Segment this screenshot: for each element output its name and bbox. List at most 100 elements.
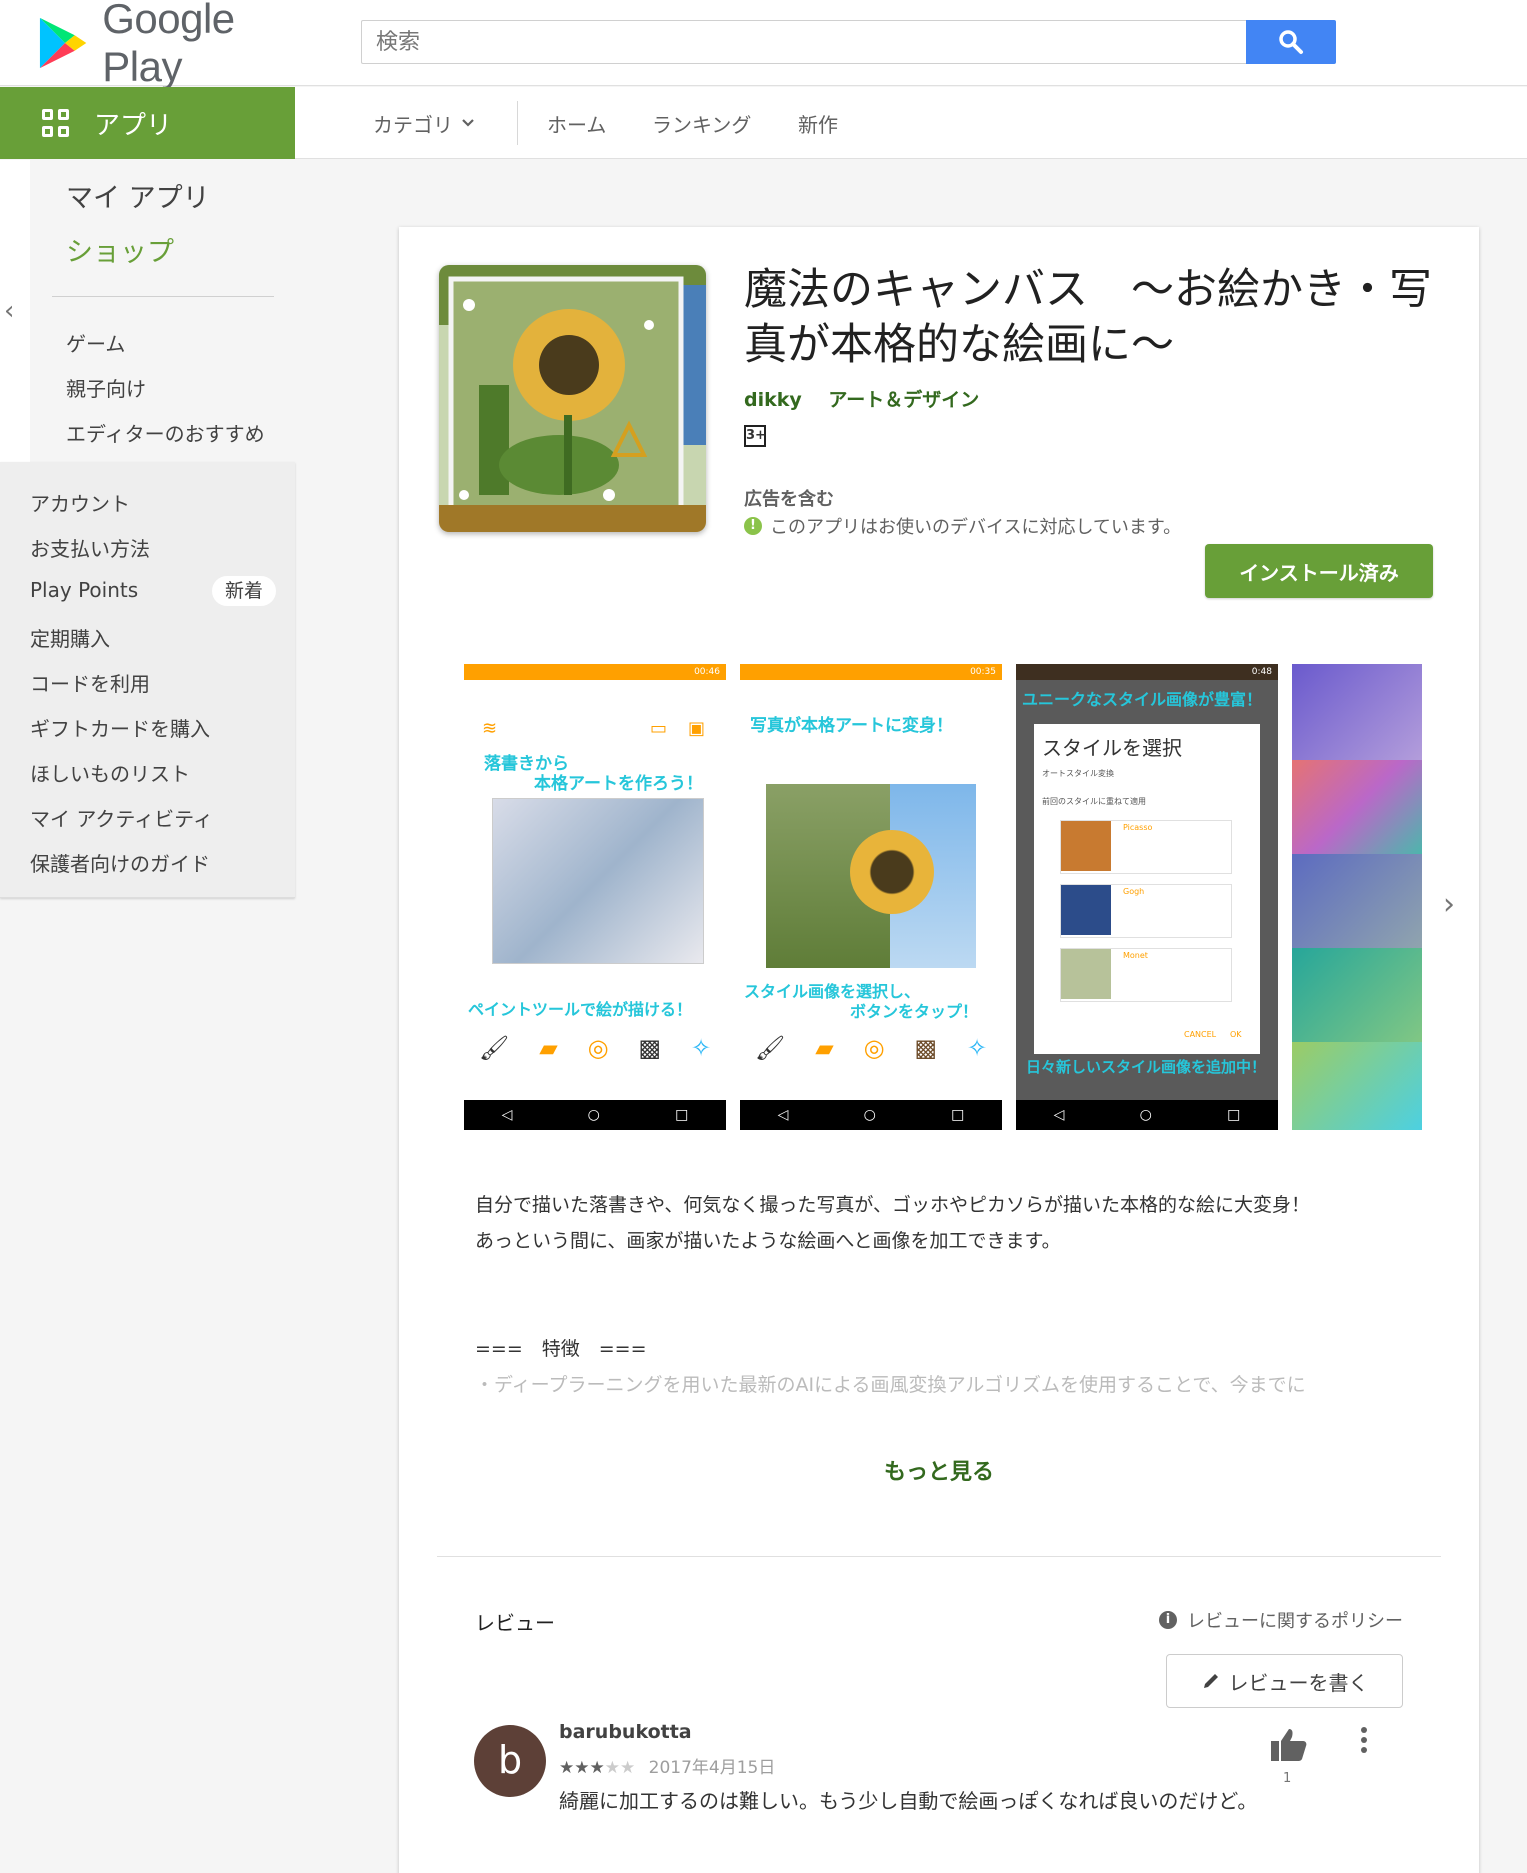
sidebar-item-editors-choice[interactable]: エディターのおすすめ <box>66 418 265 447</box>
review-policy-link[interactable]: i レビューに関するポリシー <box>1159 1607 1403 1633</box>
status-bar: 00:46 <box>464 664 726 680</box>
search-box[interactable] <box>361 20 1246 64</box>
avatar: b <box>474 1725 546 1797</box>
back-icon: ◁ <box>501 1107 513 1123</box>
style-name: Monet <box>1123 951 1148 960</box>
sidebar-item-subscriptions[interactable]: 定期購入 <box>30 623 110 652</box>
sidebar-item-payment[interactable]: お支払い方法 <box>30 533 150 562</box>
recents-icon: □ <box>675 1107 689 1123</box>
screenshot-2[interactable]: 00:35 写真が本格アートに変身！ スタイル画像を選択し、 ボタンをタップ！ … <box>740 664 1002 1130</box>
write-review-label: レビューを書く <box>1228 1670 1369 1695</box>
style-tile <box>1292 1042 1422 1130</box>
developer-link[interactable]: dikky <box>744 389 802 411</box>
new-badge: 新着 <box>212 576 276 606</box>
sidebar-divider <box>52 296 274 297</box>
style-thumb-icon: ▩ <box>638 1034 662 1062</box>
chevron-down-icon <box>462 119 474 127</box>
screenshot-1[interactable]: 00:46 ≋ ▭ ▣ 落書きから 本格アートを作ろう！ ペイントツールで絵が描… <box>464 664 726 1130</box>
sidebar-item-family[interactable]: 親子向け <box>66 373 146 402</box>
compatibility-text: このアプリはお使いのデバイスに対応しています。 <box>770 517 1182 538</box>
read-more-link[interactable]: もっと見る <box>399 1454 1479 1486</box>
star-icon: ★ <box>559 1758 575 1778</box>
screenshot-4[interactable] <box>1292 664 1422 1130</box>
info-icon: ! <box>744 517 762 535</box>
pencil-icon <box>1203 1674 1218 1688</box>
sidebar-item-wishlist[interactable]: ほしいものリスト <box>30 758 190 787</box>
android-navbar: ◁ ○ □ <box>740 1100 1002 1130</box>
contains-ads-label: 広告を含む <box>744 489 834 510</box>
search-button[interactable] <box>1246 20 1336 64</box>
helpful-count: 1 <box>1283 1771 1292 1786</box>
style-option: Monet <box>1060 948 1232 1002</box>
write-review-button[interactable]: レビューを書く <box>1166 1654 1403 1708</box>
sidebar-item-redeem[interactable]: コードを利用 <box>30 668 150 697</box>
option-label: オートスタイル変換 <box>1042 769 1114 778</box>
features-header: === 特徴 === <box>475 1338 647 1360</box>
screenshot-caption: ペイントツールで絵が描ける！ <box>468 1000 693 1019</box>
save-icon: ▣ <box>688 718 706 739</box>
review-date: 2017年4月15日 <box>648 1758 776 1778</box>
status-bar: 00:35 <box>740 664 1002 680</box>
style-option: Picasso <box>1060 820 1232 874</box>
nav-home[interactable]: ホーム <box>547 87 606 159</box>
apps-tab[interactable]: アプリ <box>0 87 295 159</box>
collapse-sidebar-icon[interactable]: ‹ <box>4 296 14 326</box>
star-icon: ★ <box>604 1758 620 1778</box>
app-icon <box>439 265 706 532</box>
paint-toolbar: 🖌 ▰ ◎ ▩ ✧ <box>740 1034 1002 1062</box>
next-screenshot-icon[interactable]: › <box>1443 887 1455 922</box>
thumbs-up-icon[interactable] <box>1269 1725 1309 1765</box>
eraser-icon: ▰ <box>815 1034 834 1062</box>
status-bar: 0:48 <box>1016 664 1278 680</box>
install-button[interactable]: インストール済み <box>1205 544 1433 598</box>
sidebar-item-shop[interactable]: ショップ <box>66 230 174 269</box>
category-link[interactable]: アート＆デザイン <box>828 389 979 411</box>
category-nav: アプリ カテゴリ ホーム ランキング 新作 <box>0 87 1527 159</box>
style-name: Picasso <box>1123 823 1153 832</box>
eraser-icon: ▰ <box>539 1034 558 1062</box>
sidebar-item-my-apps[interactable]: マイ アプリ <box>66 176 210 215</box>
recents-icon: □ <box>1227 1107 1241 1123</box>
sidebar-item-parent-guide[interactable]: 保護者向けのガイド <box>30 848 210 877</box>
target-icon: ◎ <box>863 1034 885 1062</box>
more-options-icon[interactable] <box>1359 1727 1369 1757</box>
status-time: 00:46 <box>694 667 720 677</box>
back-icon: ◁ <box>1053 1107 1065 1123</box>
search-input[interactable] <box>362 21 1246 63</box>
magic-wand-icon: ✧ <box>690 1034 712 1062</box>
category-dropdown[interactable]: カテゴリ <box>373 87 477 159</box>
sidebar-item-play-points[interactable]: Play Points <box>30 578 138 602</box>
top-header: Google Play <box>0 0 1527 90</box>
sketch-artwork <box>492 798 704 964</box>
content-rating-badge: 3+ <box>744 425 766 447</box>
home-icon: ○ <box>1139 1107 1152 1123</box>
review-rating: ★★★★★ 2017年4月15日 <box>559 1753 775 1778</box>
screenshot-caption: 本格アートを作ろう！ <box>534 774 703 794</box>
search-icon <box>1279 30 1303 54</box>
paint-toolbar: 🖌 ▰ ◎ ▩ ✧ <box>464 1034 726 1062</box>
star-icon: ★ <box>574 1758 590 1778</box>
screenshot-caption: スタイル画像を選択し、 <box>744 982 921 1001</box>
app-title: 魔法のキャンバス ～お絵かき・写真が本格的な絵画に～ <box>744 265 1432 370</box>
sidebar-item-gift-card[interactable]: ギフトカードを購入 <box>30 713 210 742</box>
apps-grid-icon <box>42 109 70 137</box>
dialog-title: スタイルを選択 <box>1042 736 1182 760</box>
play-triangle-icon <box>39 17 87 69</box>
nav-new[interactable]: 新作 <box>798 87 838 159</box>
style-option: Gogh <box>1060 884 1232 938</box>
style-tile <box>1292 760 1422 854</box>
screenshot-caption: 落書きから <box>484 754 569 774</box>
nav-divider <box>517 101 518 145</box>
sidebar-item-games[interactable]: ゲーム <box>66 328 125 357</box>
back-icon: ◁ <box>777 1107 789 1123</box>
description-line: ・ディープラーニングを用いた最新のAIによる画風変換アルゴリズムを使用することで… <box>475 1374 1306 1396</box>
screenshot-3[interactable]: 0:48 ユニークなスタイル画像が豊富！ スタイルを選択 オートスタイル変換 前… <box>1016 664 1278 1130</box>
sidebar-item-my-activity[interactable]: マイ アクティビティ <box>30 803 213 832</box>
recents-icon: □ <box>951 1107 965 1123</box>
sunflower-canvas-icon <box>439 265 706 532</box>
style-select-dialog: スタイルを選択 オートスタイル変換 前回のスタイルに重ねて適用 Picasso … <box>1034 724 1260 1054</box>
google-play-logo[interactable]: Google Play <box>38 0 318 90</box>
sidebar-item-account[interactable]: アカウント <box>30 488 130 517</box>
review-author: barubukotta <box>559 1721 692 1743</box>
nav-ranking[interactable]: ランキング <box>652 87 751 159</box>
